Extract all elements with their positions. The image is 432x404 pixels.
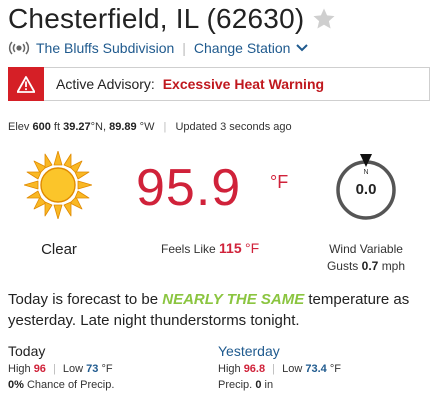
today-temp-unit: °F [101,363,113,375]
change-station-label: Change Station [193,40,291,56]
feels-value: 115 [219,240,242,256]
lon-unit: °W [139,121,155,133]
location-header: Chesterfield, IL (62630) The Bluffs Subd… [8,2,428,58]
yesterday-precip-value: 0 [255,379,262,391]
lon-value: 89.89 [109,121,137,133]
lat-value: 39.27 [63,121,91,133]
forecast-text-before: Today is forecast to be [8,291,163,308]
advisory-label: Active Advisory: [56,76,155,92]
elev-value: 600 [32,121,51,133]
sun-icon [24,151,92,219]
gusts-unit: mph [381,259,406,273]
today-precip-value: 0% [8,379,24,391]
updated-text: Updated 3 seconds ago [175,121,292,133]
warning-icon [17,75,35,93]
advisory-banner[interactable]: Active Advisory: Excessive Heat Warning [8,67,430,101]
today-title: Today [8,343,46,359]
divider: | [182,40,186,56]
wind-speed-value: 0.0 [355,181,377,198]
gusts-label: Gusts [326,259,359,273]
gusts-value: 0.7 [361,259,379,273]
yesterday-precip-unit: in [264,379,274,391]
chevron-down-icon [296,44,309,52]
yesterday-title[interactable]: Yesterday [218,343,341,359]
forecast-summary: Today is forecast to be NEARLY THE SAME … [8,289,428,331]
broadcast-icon [8,41,30,55]
divider: | [163,121,167,133]
feels-unit: °F [244,240,260,256]
yesterday-summary: Yesterday High 96.8 | Low 73.4 °F Precip… [218,343,341,393]
divider: | [272,363,276,375]
page-title: Chesterfield, IL (62630) [8,3,305,34]
yesterday-high-label: High [218,363,241,375]
temperature-unit: °F [270,172,289,192]
yesterday-low-label: Low [282,363,303,375]
star-icon[interactable] [312,7,336,31]
advisory-text: Active Advisory: Excessive Heat Warning [56,76,324,92]
elev-unit: ft [53,121,61,133]
station-meta: Elev 600 ft 39.27°N, 89.89 °W | Updated … [8,121,292,133]
elev-label: Elev [8,121,30,133]
today-low-value: 73 [86,363,99,375]
condition-label: Clear [41,241,77,258]
feels-like: Feels Like 115 °F [161,240,259,256]
wind-direction: Wind Variable [329,242,403,256]
today-high-label: High [8,363,31,375]
advisory-link[interactable]: Excessive Heat Warning [163,76,324,92]
yesterday-low-value: 73.4 [305,363,327,375]
today-low-label: Low [62,363,84,375]
wind-details: Wind Variable Gusts 0.7 mph [312,241,420,275]
yesterday-temp-unit: °F [329,363,341,375]
change-station-button[interactable]: Change Station [194,40,310,56]
feels-label: Feels Like [161,242,216,256]
forecast-highlight: NEARLY THE SAME [162,291,305,308]
divider: | [53,363,56,375]
today-high-value: 96 [33,363,46,375]
advisory-icon-box [8,67,44,101]
station-name-link[interactable]: The Bluffs Subdivision [36,40,174,56]
today-precip-label: Chance of Precip. [26,379,115,391]
yesterday-high-value: 96.8 [243,363,266,375]
today-summary: Today High 96 | Low 73 °F 0% Chance of P… [8,343,114,393]
lat-unit: °N, [90,121,107,133]
compass-north-label: N [363,169,368,176]
current-temperature: 95.9 [136,159,242,217]
yesterday-precip-label: Precip. [218,379,253,391]
